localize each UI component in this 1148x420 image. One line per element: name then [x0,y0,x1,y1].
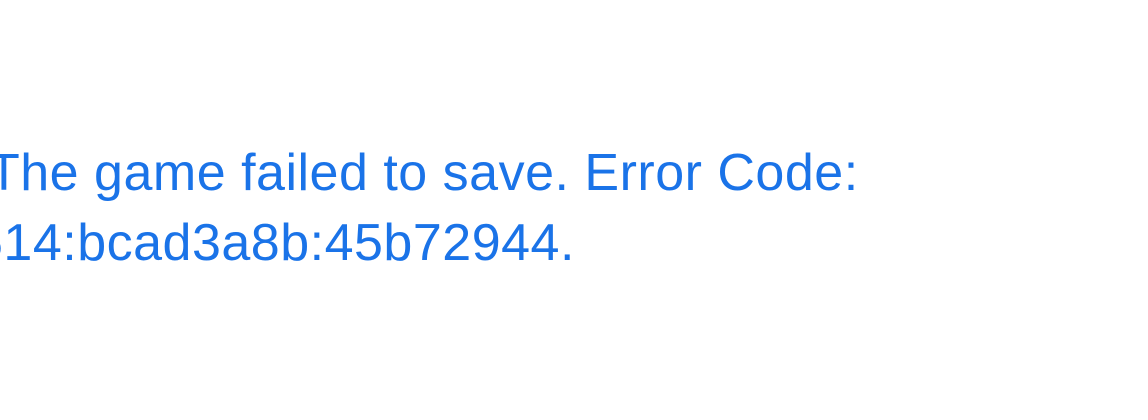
error-message-line-1: The game failed to save. Error Code: [0,144,859,202]
error-code-line: 514:bcad3a8b:45b72944. [0,214,575,272]
error-message: The game failed to save. Error Code: 514… [0,138,859,278]
error-screen: The game failed to save. Error Code: 514… [0,0,1148,420]
